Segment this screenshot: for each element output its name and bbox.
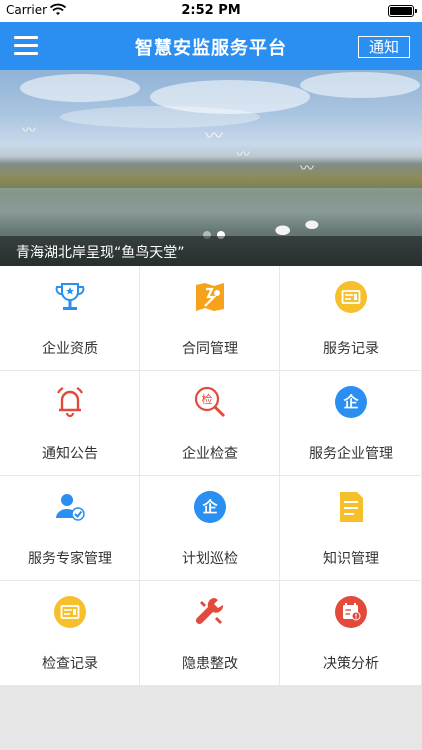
grid-item-label: 通知公告 bbox=[42, 446, 98, 462]
record-icon bbox=[54, 596, 86, 628]
grid-item-label: 服务专家管理 bbox=[28, 551, 112, 567]
grid-item-label: 合同管理 bbox=[182, 341, 238, 357]
document-icon bbox=[340, 492, 363, 522]
bird-icon: 〰 bbox=[22, 123, 36, 139]
calendar-alert-icon bbox=[335, 596, 367, 628]
grid-item-notice-announcement[interactable]: 通知公告 bbox=[0, 371, 140, 476]
banner-carousel[interactable]: 〰 〰 〰 〰 ⬬ ⬬ 青海湖北岸呈现“鱼鸟天堂” bbox=[0, 70, 422, 266]
svg-text:企: 企 bbox=[201, 498, 218, 516]
trophy-icon bbox=[55, 283, 85, 310]
clock: 2:52 PM bbox=[181, 3, 241, 18]
grid-item-planned-inspection[interactable]: 企 计划巡检 bbox=[140, 476, 280, 581]
record-icon bbox=[335, 281, 367, 313]
grid-item-service-record[interactable]: 服务记录 bbox=[280, 266, 422, 371]
notice-button[interactable]: 通知 bbox=[358, 36, 410, 58]
inspect-icon: 检 bbox=[194, 386, 226, 418]
bird-icon: 〰 bbox=[205, 126, 223, 147]
enterprise-icon: 企 bbox=[335, 386, 367, 418]
grid-item-label: 服务记录 bbox=[323, 341, 379, 357]
expert-icon bbox=[56, 494, 85, 521]
grid-item-label: 决策分析 bbox=[323, 656, 379, 672]
battery-fill bbox=[390, 7, 412, 15]
grid-item-enterprise-qualification[interactable]: 企业资质 bbox=[0, 266, 140, 371]
grid-item-enterprise-inspection[interactable]: 检 企业检查 bbox=[140, 371, 280, 476]
map-pin-icon bbox=[196, 283, 224, 311]
bird-icon: 〰 bbox=[236, 147, 250, 163]
status-bar: Carrier 2:52 PM bbox=[0, 0, 422, 22]
grid-item-label: 服务企业管理 bbox=[309, 446, 393, 462]
grid-item-label: 知识管理 bbox=[323, 551, 379, 567]
enterprise-icon: 企 bbox=[194, 491, 226, 523]
grid-item-inspection-record[interactable]: 检查记录 bbox=[0, 581, 140, 686]
grid-item-service-enterprise-management[interactable]: 企 服务企业管理 bbox=[280, 371, 422, 476]
grid-item-service-expert-management[interactable]: 服务专家管理 bbox=[0, 476, 140, 581]
bell-icon bbox=[57, 387, 83, 418]
grid-item-knowledge-management[interactable]: 知识管理 bbox=[280, 476, 422, 581]
grid-item-label: 检查记录 bbox=[42, 656, 98, 672]
grid-item-label: 企业资质 bbox=[42, 341, 98, 357]
wrench-icon bbox=[195, 597, 224, 625]
banner-caption-bar: 青海湖北岸呈现“鱼鸟天堂” bbox=[0, 236, 422, 266]
grid-item-label: 企业检查 bbox=[182, 446, 238, 462]
grid-item-label: 计划巡检 bbox=[182, 551, 238, 567]
banner-caption: 青海湖北岸呈现“鱼鸟天堂” bbox=[16, 245, 185, 261]
svg-text:企: 企 bbox=[342, 393, 359, 411]
battery-icon bbox=[388, 5, 417, 17]
grid-item-contract-management[interactable]: 合同管理 bbox=[140, 266, 280, 371]
grid-item-hazard-rectification[interactable]: 隐患整改 bbox=[140, 581, 280, 686]
grid-item-label: 隐患整改 bbox=[182, 656, 238, 672]
feature-grid: 企业资质 合同管理 服务记录 通知公告 检 企业检查 企 服务企业管理 服务专家… bbox=[0, 266, 422, 686]
nav-bar: 智慧安监服务平台 通知 bbox=[0, 22, 422, 70]
bird-icon: 〰 bbox=[300, 161, 314, 177]
grid-item-decision-analysis[interactable]: 决策分析 bbox=[280, 581, 422, 686]
svg-text:检: 检 bbox=[202, 392, 213, 406]
bird-icon: ⬬ bbox=[305, 215, 319, 234]
